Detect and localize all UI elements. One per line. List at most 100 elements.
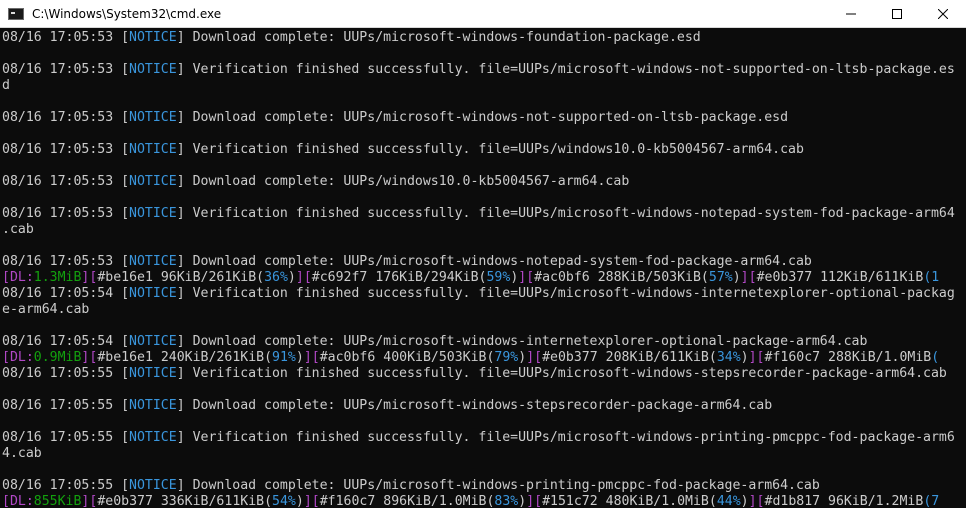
download-size: 96KiB/1.2MiB [828, 494, 924, 508]
log-message: Verification finished successfully. file… [192, 430, 955, 445]
download-id: #e0b377 [756, 270, 813, 285]
download-id: #c692f7 [311, 270, 368, 285]
console-line: 08/16 17:05:53 [NOTICE] Download complet… [2, 174, 630, 189]
log-level-tag: NOTICE [129, 174, 177, 189]
console-line: 08/16 17:05:53 [NOTICE] Verification fin… [2, 206, 955, 221]
console-line: 08/16 17:05:53 [NOTICE] Verification fin… [2, 142, 804, 157]
log-continuation: e-arm64.cab [2, 302, 90, 317]
download-percent: 59% [486, 270, 511, 285]
console-line: 08/16 17:05:53 [NOTICE] Download complet… [2, 30, 701, 45]
log-level-tag: NOTICE [129, 478, 177, 493]
download-id: #ac0bf6 [319, 350, 376, 365]
console-line: .cab [0, 222, 966, 238]
download-id: #f160c7 [319, 494, 376, 508]
download-id: #f160c7 [764, 350, 821, 365]
progress-bracket: [ [534, 350, 543, 365]
download-percent: ( [931, 350, 940, 365]
download-id: #d1b817 [764, 494, 821, 508]
progress-bracket: ] [295, 270, 304, 285]
log-message: Download complete: UUPs/microsoft-window… [192, 478, 820, 493]
minimize-button[interactable] [828, 0, 874, 28]
log-timestamp: 08/16 17:05:53 [2, 142, 114, 157]
log-timestamp: 08/16 17:05:55 [2, 398, 114, 413]
download-size: 240KiB/261KiB [160, 350, 265, 365]
minimize-icon [846, 13, 856, 14]
progress-dl-label: DL: [9, 494, 34, 508]
log-level-tag: NOTICE [129, 286, 177, 301]
console-line: 08/16 17:05:55 [NOTICE] Download complet… [2, 398, 773, 413]
close-button[interactable] [920, 0, 966, 28]
log-timestamp: 08/16 17:05:53 [2, 30, 114, 45]
log-message: Download complete: UUPs/microsoft-window… [192, 254, 812, 269]
console-line: 08/16 17:05:53 [NOTICE] Verification fin… [2, 62, 955, 77]
console-line: 4.cab [0, 446, 966, 462]
log-continuation: .cab [2, 222, 34, 237]
download-size: 176KiB/294KiB [375, 270, 479, 285]
log-level-tag: NOTICE [129, 30, 177, 45]
log-message: Download complete: UUPs/microsoft-window… [192, 30, 701, 45]
download-size: 208KiB/611KiB [605, 350, 709, 365]
log-level-tag: NOTICE [129, 430, 177, 445]
title-bar[interactable]: C:\Windows\System32\cmd.exe [0, 0, 966, 28]
console-line: 08/16 17:05:53 [NOTICE] Download complet… [2, 254, 812, 269]
log-level-tag: NOTICE [129, 206, 177, 221]
console-line: [DL:855KiB][#e0b377 336KiB/611KiB(54%)][… [2, 494, 940, 508]
progress-bracket: ] [526, 494, 535, 508]
log-message: Verification finished successfully. file… [192, 62, 955, 77]
log-level-tag: NOTICE [129, 254, 177, 269]
download-id: #151c72 [542, 494, 598, 508]
progress-bracket: [ [526, 270, 535, 285]
download-size: 288KiB/1.0MiB [828, 350, 932, 365]
log-message: Download complete: UUPs/microsoft-window… [192, 334, 868, 349]
console-line: 08/16 17:05:55 [NOTICE] Download complet… [2, 478, 820, 493]
log-timestamp: 08/16 17:05:53 [2, 110, 114, 125]
console-line: [DL:0.9MiB][#be16e1 240KiB/261KiB(91%)][… [2, 350, 940, 365]
download-id: #be16e1 [97, 350, 153, 365]
window-title: C:\Windows\System32\cmd.exe [32, 6, 222, 21]
progress-bracket: ] [748, 350, 757, 365]
download-percent: (7 [923, 494, 940, 508]
download-speed: 1.3MiB [33, 270, 82, 285]
progress-dl-label: DL: [9, 350, 34, 365]
download-percent: 91% [272, 350, 296, 365]
log-level-tag: NOTICE [129, 62, 177, 77]
progress-bracket: [ [756, 350, 765, 365]
download-size: 896KiB/1.0MiB [383, 494, 487, 508]
log-timestamp: 08/16 17:05:53 [2, 62, 114, 77]
download-speed: 855KiB [33, 494, 82, 508]
progress-bracket: [ [756, 494, 765, 508]
progress-bracket: [ [2, 350, 10, 365]
log-message: Verification finished successfully. file… [192, 286, 955, 301]
download-percent: 54% [272, 494, 296, 508]
download-percent: 44% [716, 494, 741, 508]
progress-bracket: [ [534, 494, 543, 508]
log-timestamp: 08/16 17:05:54 [2, 286, 114, 301]
log-timestamp: 08/16 17:05:53 [2, 206, 114, 221]
log-continuation: 4.cab [2, 446, 42, 461]
log-level-tag: NOTICE [129, 398, 177, 413]
maximize-button[interactable] [874, 0, 920, 28]
download-percent: (1 [923, 270, 940, 285]
progress-bracket: ] [526, 350, 535, 365]
download-size: 400KiB/503KiB [383, 350, 487, 365]
log-message: Download complete: UUPs/windows10.0-kb50… [192, 174, 630, 189]
progress-bracket: ] [303, 350, 312, 365]
log-timestamp: 08/16 17:05:54 [2, 334, 114, 349]
download-id: #ac0bf6 [534, 270, 590, 285]
download-size: 96KiB/261KiB [160, 270, 257, 285]
log-message: Verification finished successfully. file… [192, 366, 947, 381]
progress-bracket: ] [303, 494, 312, 508]
console-output[interactable]: 08/16 17:05:53 [ NOTICE] Download complet… [0, 28, 966, 508]
download-size: 112KiB/611KiB [820, 270, 924, 285]
download-percent: 57% [708, 270, 733, 285]
progress-bracket: [ [2, 270, 10, 285]
log-level-tag: NOTICE [129, 110, 177, 125]
